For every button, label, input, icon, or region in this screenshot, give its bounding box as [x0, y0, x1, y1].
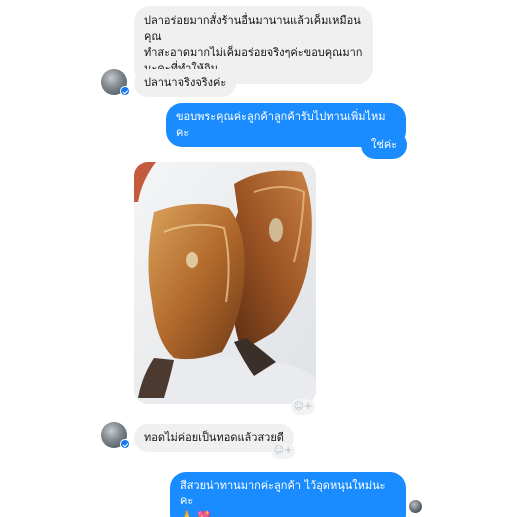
- message-text: ขอบพระคุณค่ะลูกค้าลูกค้ารับไปทานเพิ่มไหม…: [176, 110, 386, 139]
- messenger-badge-icon: [120, 86, 130, 96]
- add-reaction-button[interactable]: ☺+: [271, 443, 295, 459]
- message-line: ทำสะอาดมากไม่เค็มอร่อยจริงๆค่ะขอบคุณมาก: [144, 46, 363, 59]
- add-reaction-icon: ☺+: [293, 401, 313, 412]
- messenger-badge-icon: [120, 439, 130, 449]
- add-reaction-button[interactable]: ☺+: [291, 399, 315, 415]
- message-line: ปลาอร่อยมากสั่งร้านอื่นมานานแล้วเค็มเหมื…: [144, 14, 361, 43]
- message-text: ทอดไม่ค่อยเป็นทอดแล้วสวยดี: [144, 431, 284, 444]
- message-text: สีสวยน่าทานมากค่ะลูกค้า ไว้อุดหนุนใหม่นะ…: [180, 479, 386, 507]
- chat-thread: ปลาอร่อยมากสั่งร้านอื่นมานานแล้วเค็มเหมื…: [0, 0, 517, 517]
- incoming-message-bubble[interactable]: ทอดไม่ค่อยเป็นทอดแล้วสวยดี: [134, 424, 294, 452]
- message-text: ใช่ค่ะ: [371, 138, 398, 151]
- emoji-row: 🙏 💖: [180, 508, 396, 517]
- heart-emoji: 💖: [197, 509, 211, 517]
- fried-fish-image: [134, 162, 316, 404]
- add-reaction-icon: ☺+: [273, 445, 293, 456]
- message-text: ปลานาจริงจริงค่ะ: [144, 76, 227, 89]
- seen-indicator-avatar: [409, 500, 422, 513]
- folded-hands-emoji: 🙏: [180, 509, 194, 517]
- fried-fish-photo[interactable]: [134, 162, 316, 404]
- outgoing-message-bubble[interactable]: ใช่ค่ะ: [361, 131, 408, 159]
- outgoing-message-bubble[interactable]: สีสวยน่าทานมากค่ะลูกค้า ไว้อุดหนุนใหม่นะ…: [170, 472, 406, 517]
- incoming-message-bubble[interactable]: ปลานาจริงจริงค่ะ: [134, 69, 237, 97]
